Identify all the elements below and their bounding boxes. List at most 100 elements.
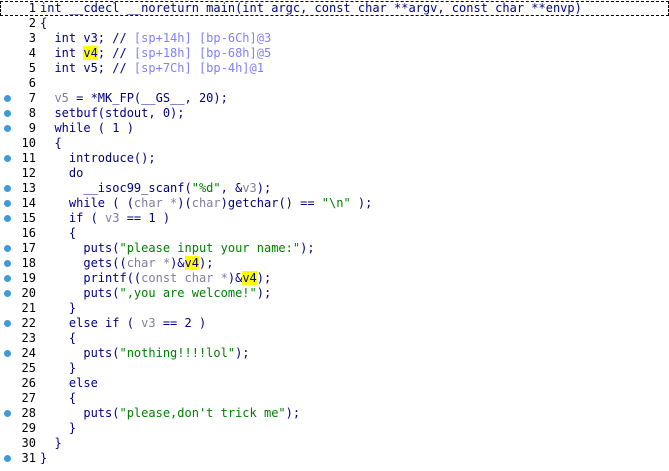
code-line[interactable]: 18 gets((char *)&v4); — [0, 256, 669, 271]
code-token: } — [40, 451, 48, 465]
line-number: 22 — [21, 316, 36, 330]
code-token: char * — [133, 196, 178, 210]
breakpoint-dot-icon[interactable] — [4, 155, 11, 162]
code-line[interactable]: 14 while ( (char *)(char)getchar() == "\… — [0, 196, 669, 211]
code-token: ); — [300, 241, 315, 255]
code-token: int v5; // — [40, 61, 134, 75]
breakpoint-dot-icon[interactable] — [4, 350, 11, 357]
code-token: else — [40, 376, 98, 390]
breakpoint-dot-icon[interactable] — [4, 110, 11, 117]
line-code: v5 = *MK_FP(__GS__, 20); — [40, 91, 227, 106]
breakpoint-dot-icon[interactable] — [4, 95, 11, 102]
pseudocode-view[interactable]: 1 int __cdecl __noreturn main(int argc, c… — [0, 0, 669, 471]
breakpoint-dot-icon[interactable] — [4, 455, 11, 462]
breakpoint-dot-icon[interactable] — [4, 275, 11, 282]
code-line[interactable]: 10 { — [0, 136, 669, 151]
code-token: puts( — [40, 241, 120, 255]
breakpoint-dot-icon[interactable] — [4, 260, 11, 267]
highlighted-token: v4 — [83, 46, 98, 60]
code-token: v3 — [242, 181, 257, 195]
code-token: ); — [285, 406, 301, 420]
line-number: 28 — [21, 406, 36, 420]
line-code: } — [40, 301, 76, 316]
code-line[interactable]: 27 { — [0, 391, 669, 406]
code-token: v5 — [54, 91, 69, 105]
code-line[interactable]: 30 } — [0, 436, 669, 451]
line-number: 7 — [28, 91, 36, 105]
line-code: puts("please,don't trick me"); — [40, 406, 300, 421]
code-line[interactable]: 12 do — [0, 166, 669, 181]
code-token: [sp+18h] [bp-68h]@5 — [133, 46, 272, 60]
code-token: while ( ( — [40, 196, 134, 210]
breakpoint-dot-icon[interactable] — [4, 200, 11, 207]
code-line[interactable]: 2{ — [0, 16, 669, 31]
code-line[interactable]: 19 printf((const char *)&v4); — [0, 271, 669, 286]
line-number: 26 — [21, 376, 36, 390]
code-token: [sp+14h] [bp-6Ch]@3 — [133, 31, 272, 45]
line-number: 13 — [21, 181, 36, 195]
line-number: 30 — [21, 436, 36, 450]
code-line[interactable]: 24 puts("nothing!!!!lol"); — [0, 346, 669, 361]
breakpoint-dot-icon[interactable] — [4, 290, 11, 297]
code-line[interactable]: 3 int v3; // [sp+14h] [bp-6Ch]@3 — [0, 31, 669, 46]
breakpoint-dot-icon[interactable] — [4, 185, 11, 192]
line-number: 16 — [21, 226, 36, 240]
code-line[interactable]: 6 — [0, 76, 669, 91]
code-line[interactable]: 31} — [0, 451, 669, 466]
line-number: 17 — [21, 241, 36, 255]
code-token: ); — [256, 286, 272, 300]
breakpoint-dot-icon[interactable] — [4, 410, 11, 417]
code-token: ); — [256, 181, 272, 195]
line-code: { — [40, 391, 76, 406]
breakpoint-dot-icon[interactable] — [4, 125, 11, 132]
code-token: ); — [256, 271, 272, 285]
breakpoint-dot-icon[interactable] — [4, 320, 11, 327]
code-token: { — [40, 226, 77, 240]
code-line[interactable]: 20 puts(",you are welcome!"); — [0, 286, 669, 301]
line-code: { — [40, 136, 62, 151]
code-line[interactable]: 25 } — [0, 361, 669, 376]
code-line[interactable]: 5 int v5; // [sp+7Ch] [bp-4h]@1 — [0, 61, 669, 76]
code-token: "please input your name:" — [119, 241, 301, 255]
code-line[interactable]: 26 else — [0, 376, 669, 391]
code-line[interactable]: 15 if ( v3 == 1 ) — [0, 211, 669, 226]
code-token: gets(( — [40, 256, 127, 270]
code-token: )getchar() == — [220, 196, 322, 210]
code-token: { — [40, 331, 77, 345]
line-code: else if ( v3 == 2 ) — [40, 316, 206, 331]
code-line[interactable]: 21 } — [0, 301, 669, 316]
code-line[interactable]: 4 int v4; // [sp+18h] [bp-68h]@5 — [0, 46, 669, 61]
code-line[interactable]: 7 v5 = *MK_FP(__GS__, 20); — [0, 91, 669, 106]
code-token: ; // — [97, 46, 134, 60]
code-token: setbuf(stdout, 0); — [40, 106, 185, 120]
line-code: { — [40, 16, 47, 31]
code-line[interactable]: 16 { — [0, 226, 669, 241]
code-line[interactable]: 13 __isoc99_scanf("%d", &v3); — [0, 181, 669, 196]
code-line[interactable]: 22 else if ( v3 == 2 ) — [0, 316, 669, 331]
highlighted-token: v4 — [242, 271, 257, 285]
code-line[interactable]: 23 { — [0, 331, 669, 346]
code-token: "please,don't trick me" — [119, 406, 286, 420]
code-token: introduce(); — [40, 151, 156, 165]
code-token: ",you are welcome!" — [119, 286, 257, 300]
code-line[interactable]: 9 while ( 1 ) — [0, 121, 669, 136]
breakpoint-dot-icon[interactable] — [4, 215, 11, 222]
line-number: 2 — [28, 16, 36, 30]
line-number: 15 — [21, 211, 36, 225]
code-line[interactable]: 29 } — [0, 421, 669, 436]
code-line[interactable]: 11 introduce(); — [0, 151, 669, 166]
line-code: while ( 1 ) — [40, 121, 133, 136]
code-token: if ( — [40, 211, 106, 225]
code-token: v3 — [141, 316, 156, 330]
code-line[interactable]: 1 int __cdecl __noreturn main(int argc, c… — [0, 1, 669, 16]
code-token: int v3; // — [40, 31, 134, 45]
line-number: 20 — [21, 286, 36, 300]
line-code: int v3; // [sp+14h] [bp-6Ch]@3 — [40, 31, 271, 46]
code-line[interactable]: 28 puts("please,don't trick me"); — [0, 406, 669, 421]
line-number: 1 — [28, 1, 36, 15]
code-token: { — [40, 136, 62, 150]
code-token: } — [40, 301, 77, 315]
breakpoint-dot-icon[interactable] — [4, 245, 11, 252]
code-line[interactable]: 17 puts("please input your name:"); — [0, 241, 669, 256]
code-line[interactable]: 8 setbuf(stdout, 0); — [0, 106, 669, 121]
